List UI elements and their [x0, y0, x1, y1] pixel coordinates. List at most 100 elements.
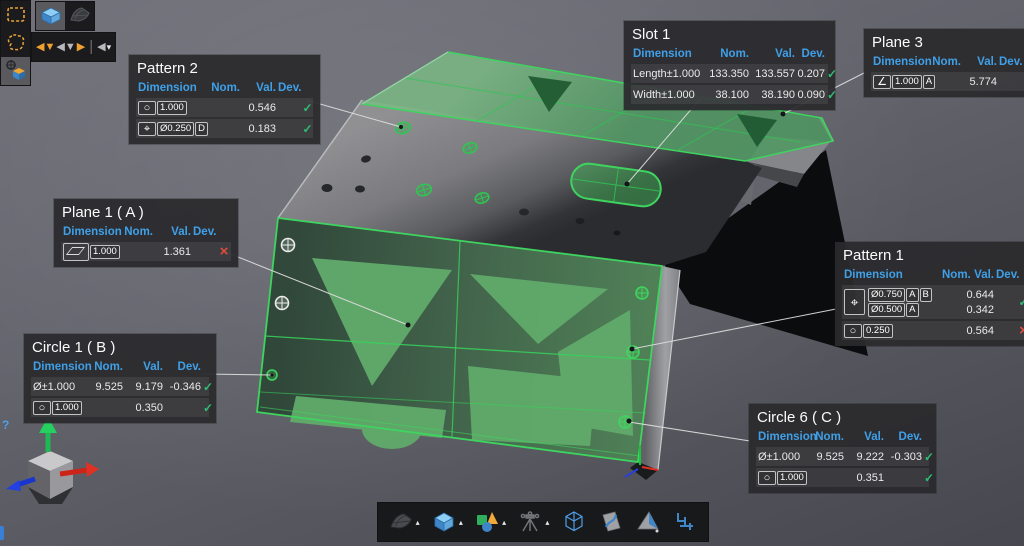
- deviation-cell: -0.303: [886, 451, 924, 463]
- pass-check-icon: ✓: [1016, 295, 1024, 309]
- solid-tools-button[interactable]: ▴: [431, 509, 463, 535]
- tolerance-chip: 1.000: [157, 101, 187, 115]
- pick-on-model-icon: [4, 59, 28, 83]
- play-forward-icon[interactable]: ▶: [77, 33, 85, 61]
- callout-pattern-1[interactable]: Pattern 1 DimensionNom.Val.Dev.⌖Ø0.750AB…: [835, 242, 1024, 346]
- callout-title: Circle 6 ( C ): [757, 409, 929, 426]
- circularity-icon: ○: [758, 471, 776, 485]
- value-cell: 0.183: [242, 123, 278, 135]
- tolerance-chip: Ø0.500: [868, 303, 905, 317]
- dropdown-caret-icon: ▴: [545, 518, 549, 527]
- dimension-cell: ∠1.000A: [871, 75, 927, 89]
- help-icon[interactable]: ?: [2, 418, 9, 432]
- measurement-row: ○1.0000.546✓: [136, 98, 313, 117]
- mesh-tools-button[interactable]: ▴: [388, 509, 420, 535]
- column-header: Nom.: [206, 82, 242, 94]
- value-cell: 0.564: [960, 325, 996, 337]
- dimension-cell: Length±1.000: [631, 68, 707, 80]
- nominal-cell: 133.350: [707, 68, 751, 80]
- column-header: Nom.: [812, 431, 846, 443]
- callout-plane-3[interactable]: Plane 3 DimensionNom.Val.Dev.∠1.000A5.77…: [864, 29, 1024, 97]
- surface-deviation-button[interactable]: [635, 509, 661, 535]
- tolerance-line: Ø0.500A: [868, 303, 933, 317]
- table-header-row: DimensionNom.Val.Dev.: [631, 46, 828, 62]
- lasso-select-button[interactable]: [1, 29, 30, 57]
- tolerance-chip: A: [923, 75, 935, 89]
- mesh-shell-button[interactable]: [65, 2, 94, 30]
- measurement-table: DimensionNom.Val.Dev.○1.0000.546✓⌖Ø0.250…: [136, 80, 313, 138]
- measurement-row: Ø±1.0009.5259.179-0.346✓: [31, 377, 209, 396]
- section-plane-button[interactable]: [598, 509, 624, 535]
- column-header: Val.: [125, 361, 165, 373]
- dimension-cell: ⌖Ø0.250D: [136, 122, 206, 136]
- view-gizmo[interactable]: [6, 417, 99, 504]
- dimension-cell: ⌖Ø0.750ABØ0.500A: [842, 288, 942, 317]
- value-cell: 0.644: [966, 288, 994, 302]
- section-plane-icon: [598, 509, 624, 535]
- nominal-cell: 9.525: [89, 381, 125, 393]
- measurement-row: ○1.0000.350✓: [31, 398, 209, 417]
- rectangle-select-button[interactable]: [1, 1, 30, 29]
- value-cell: 0.350: [125, 402, 165, 414]
- scanner-tools-icon: [517, 509, 543, 535]
- bottom-toolbar: ▴ ▴ ▴ ▴: [378, 503, 708, 541]
- tolerance-chip: Ø0.250: [157, 122, 194, 136]
- dropdown-caret-icon: ▴: [459, 518, 463, 527]
- column-header: Dimension: [136, 82, 206, 94]
- clipped-panel-icon: [0, 526, 4, 540]
- column-header: Dev.: [996, 269, 1016, 281]
- callout-pattern-2[interactable]: Pattern 2 DimensionNom.Val.Dev.○1.0000.5…: [129, 55, 320, 144]
- geometry-tools-button[interactable]: ▴: [474, 509, 506, 535]
- pass-check-icon: ✓: [827, 88, 835, 102]
- more-dropdown-icon[interactable]: ▾: [107, 33, 112, 61]
- column-header: Val.: [846, 431, 886, 443]
- step-back-icon[interactable]: ◀: [97, 33, 105, 61]
- table-header-row: DimensionNom.Val.Dev.: [61, 224, 231, 240]
- callout-slot-1[interactable]: Slot 1 DimensionNom.Val.Dev.Length±1.000…: [624, 21, 835, 110]
- tolerance-chip: 0.250: [863, 324, 893, 338]
- callout-circle-6-c[interactable]: Circle 6 ( C ) DimensionNom.Val.Dev. Ø±1.…: [749, 404, 936, 493]
- dimension-cell: 1.000: [61, 243, 123, 261]
- wireframe-cube-button[interactable]: [561, 509, 587, 535]
- callout-plane-1-a[interactable]: Plane 1 ( A ) DimensionNom.Val.Dev.1.000…: [54, 199, 238, 267]
- column-header: Dev.: [797, 48, 827, 60]
- tolerance-chip: 1.000: [777, 471, 807, 485]
- nominal-cell: 9.525: [812, 451, 846, 463]
- tolerance-line: Ø0.750AB: [868, 288, 933, 302]
- step-first-icon[interactable]: ◀▼: [36, 33, 55, 61]
- dropdown-caret-icon: ▴: [416, 518, 420, 527]
- navigation-toolbar: ◀▼ ◀▼ ▶ | ◀ ▾: [32, 33, 115, 61]
- flatness-icon: [63, 243, 89, 261]
- mesh-shell-icon: [68, 4, 92, 28]
- measurement-row: Ø±1.0009.5259.222-0.303✓: [756, 447, 929, 466]
- wireframe-cube-icon: [561, 509, 587, 535]
- display-toolbar: [36, 2, 94, 30]
- scanner-tools-button[interactable]: ▴: [517, 509, 549, 535]
- callout-circle-1-b[interactable]: Circle 1 ( B ) DimensionNom.Val.Dev.Ø±1.…: [24, 334, 216, 423]
- measurement-table: DimensionNom.Val.Dev.Ø±1.0009.5259.179-0…: [31, 359, 209, 417]
- value-cell: 9.179: [125, 381, 165, 393]
- measurement-table: DimensionNom.Val.Dev.⌖Ø0.750ABØ0.500A0.6…: [842, 267, 1024, 340]
- measurement-table: DimensionNom.Val.Dev.1.0001.361×: [61, 224, 231, 261]
- fail-x-icon: ×: [217, 247, 231, 257]
- callout-title: Pattern 1: [843, 247, 1024, 264]
- callout-title: Circle 1 ( B ): [32, 339, 209, 356]
- shaded-box-button[interactable]: [36, 2, 65, 30]
- position-icon: ⌖: [138, 122, 156, 136]
- column-header: Dev.: [278, 82, 302, 94]
- deviation-cell: 0.090: [797, 89, 827, 101]
- step-prev-icon[interactable]: ◀▼: [56, 33, 75, 61]
- pass-check-icon: ✓: [827, 67, 835, 81]
- pick-on-model-button[interactable]: [1, 57, 30, 85]
- dimension-cell: Ø±1.000: [756, 451, 812, 463]
- measurement-row: Length±1.000133.350133.5570.207✓: [631, 64, 828, 83]
- pass-check-icon: ✓: [302, 122, 313, 136]
- alignment-datum-button[interactable]: [672, 509, 698, 535]
- column-header: Val.: [155, 226, 193, 238]
- tolerance-chip: 1.000: [892, 75, 922, 89]
- table-header-row: DimensionNom.Val.Dev.: [756, 429, 929, 445]
- measurement-row: ∠1.000A5.774: [871, 72, 1024, 91]
- column-header: Dimension: [756, 431, 812, 443]
- tolerance-chip: A: [906, 288, 918, 302]
- column-header: Dev.: [999, 56, 1023, 68]
